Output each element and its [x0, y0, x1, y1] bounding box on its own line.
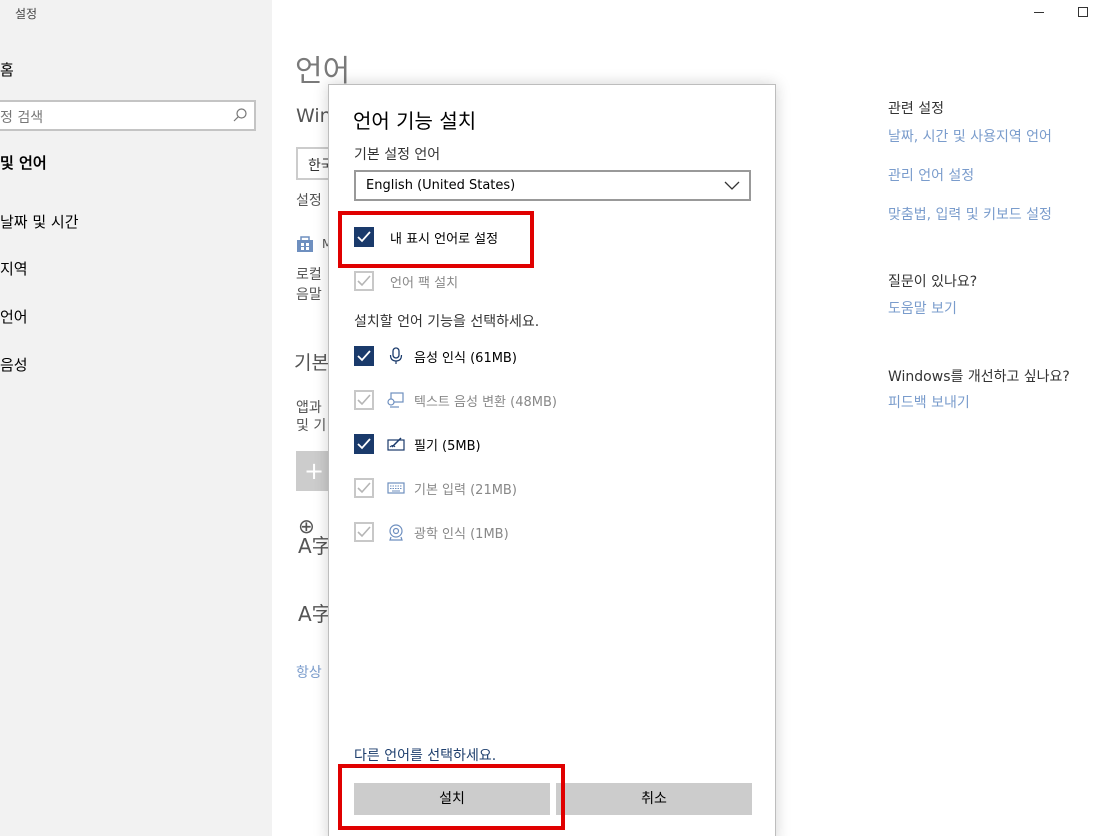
sidebar-section-title: 및 언어	[0, 154, 47, 172]
feature-checkbox	[354, 390, 374, 410]
language-char-icon: A字	[298, 602, 332, 626]
feature-label: 음성 인식 (61MB)	[414, 351, 517, 366]
preferred-language-label: 기본 설정 언어	[354, 147, 441, 163]
feature-label: 필기 (5MB)	[414, 439, 481, 454]
install-language-features-dialog: 언어 기능 설치 기본 설정 언어 English (United States…	[328, 84, 776, 836]
app-title: 설정	[15, 7, 38, 21]
feature-checkbox[interactable]	[354, 346, 374, 366]
cancel-button[interactable]: 취소	[556, 783, 752, 815]
minimize-button[interactable]	[1034, 12, 1044, 13]
keyboard-icon	[387, 482, 405, 494]
feature-handwriting[interactable]: 필기 (5MB)	[354, 434, 654, 456]
link-spelling-typing[interactable]: 맞춤법, 입력 및 키보드 설정	[888, 204, 1052, 224]
link-datetime-region[interactable]: 날짜, 시간 및 사용지역 언어	[888, 126, 1052, 146]
local-text-2: 음말	[296, 287, 322, 303]
features-label: 설치할 언어 기능을 선택하세요.	[354, 314, 540, 330]
checkmark-icon	[357, 275, 371, 287]
dialog-title: 언어 기능 설치	[353, 109, 477, 133]
search-icon	[233, 108, 247, 122]
checkmark-icon	[357, 526, 371, 538]
sidebar: 설정 홈 정 검색 및 언어 날짜 및 시간 지역 언어 음성	[0, 0, 272, 836]
search-input[interactable]: 정 검색	[0, 100, 256, 131]
checkmark-icon	[357, 350, 371, 362]
feature-label: 기본 입력 (21MB)	[414, 483, 517, 498]
link-admin-language[interactable]: 관리 언어 설정	[888, 165, 974, 185]
preferred-language-select[interactable]: English (United States)	[354, 170, 751, 201]
feature-label: 텍스트 음성 변환 (48MB)	[414, 395, 557, 410]
sidebar-item-speech[interactable]: 음성	[0, 354, 28, 375]
link-help[interactable]: 도움말 보기	[888, 298, 957, 318]
apps-text-2: 및 기	[296, 418, 327, 434]
checkmark-icon	[357, 482, 371, 494]
choose-other-language-link[interactable]: 다른 언어를 선택하세요.	[354, 745, 496, 765]
maximize-button[interactable]	[1078, 7, 1088, 17]
install-language-pack-checkbox	[354, 271, 374, 291]
link-feedback[interactable]: 피드백 보내기	[888, 392, 970, 412]
ocr-icon	[389, 524, 403, 541]
related-settings-title: 관련 설정	[888, 101, 944, 117]
apps-text-1: 앱과	[296, 400, 322, 416]
feature-checkbox	[354, 478, 374, 498]
preferred-language-value: English (United States)	[366, 178, 516, 193]
sidebar-item-region[interactable]: 지역	[0, 258, 28, 279]
install-language-pack-label: 언어 팩 설치	[390, 276, 459, 291]
settings-text: 설정	[296, 193, 322, 209]
install-language-pack-option: 언어 팩 설치	[354, 271, 554, 293]
text-to-speech-icon	[387, 392, 404, 408]
microphone-icon	[389, 347, 403, 364]
search-placeholder: 정 검색	[0, 110, 44, 126]
feature-basic-typing: 기본 입력 (21MB)	[354, 478, 654, 500]
local-text-1: 로컬	[296, 267, 322, 283]
feature-checkbox[interactable]	[354, 434, 374, 454]
language-a-icon: A字	[298, 534, 332, 558]
handwriting-icon	[387, 437, 405, 451]
always-link[interactable]: 항상	[296, 662, 322, 682]
checkmark-icon	[357, 394, 371, 406]
feature-speech-recognition[interactable]: 음성 인식 (61MB)	[354, 346, 654, 368]
preferred-heading: 기본	[294, 352, 329, 374]
checkmark-icon	[357, 438, 371, 450]
feature-ocr: 광학 인식 (1MB)	[354, 522, 654, 544]
feature-label: 광학 인식 (1MB)	[414, 527, 509, 542]
improve-title: Windows를 개선하고 싶나요?	[888, 369, 1070, 385]
chevron-down-icon	[724, 181, 740, 190]
windows-display-heading: Win	[296, 105, 332, 127]
highlight-box-display-language	[338, 211, 534, 268]
question-title: 질문이 있나요?	[888, 274, 978, 290]
sidebar-item-home[interactable]: 홈	[0, 59, 14, 80]
feature-text-to-speech: 텍스트 음성 변환 (48MB)	[354, 390, 654, 412]
add-language-button[interactable]: +	[296, 451, 332, 491]
store-icon	[297, 236, 313, 252]
sidebar-item-language[interactable]: 언어	[0, 306, 28, 327]
highlight-box-install-button	[338, 764, 565, 830]
sidebar-item-datetime[interactable]: 날짜 및 시간	[0, 211, 79, 232]
feature-checkbox	[354, 522, 374, 542]
